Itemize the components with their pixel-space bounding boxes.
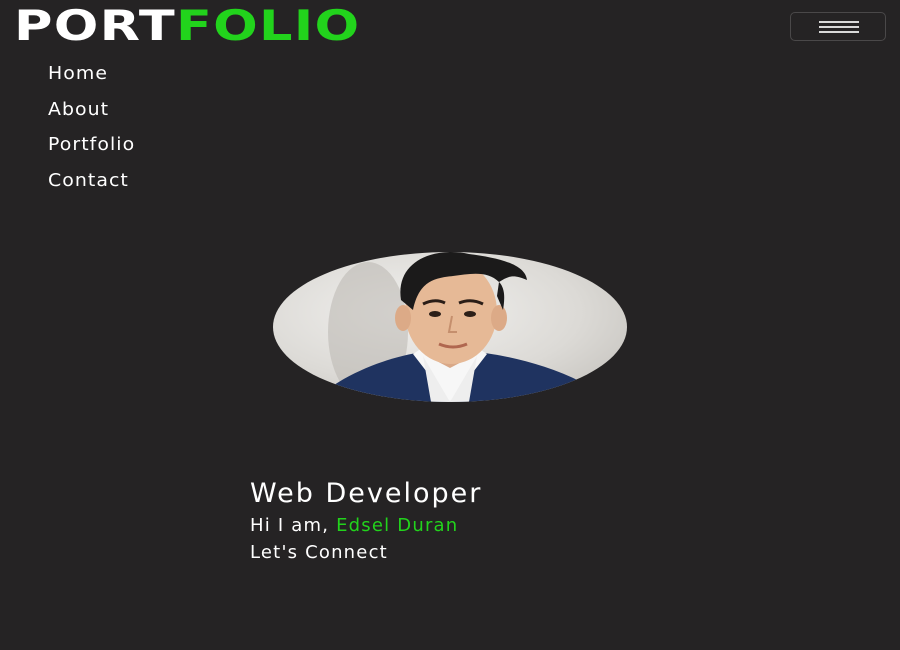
hero-name: Edsel Duran (336, 515, 459, 536)
nav-item-about: About (48, 96, 131, 132)
nav-link-home[interactable]: Home (48, 60, 108, 88)
profile-photo (273, 252, 627, 402)
brand-logo[interactable]: PORTFOLIO (14, 4, 360, 48)
nav-item-contact: Contact (48, 167, 131, 203)
hamburger-menu-icon (819, 21, 859, 33)
nav-item-home: Home (48, 60, 131, 96)
nav-menu: Home About Portfolio Contact (48, 60, 134, 203)
hero-role-title: Web Developer (250, 478, 483, 509)
page: PORTFOLIO Home About Portfolio Contact W… (0, 0, 900, 650)
profile-photo-illustration (313, 252, 613, 402)
hero-greeting: Hi I am, (250, 515, 337, 536)
lets-connect-link[interactable]: Let's Connect (250, 540, 388, 566)
hero-intro: Hi I am, Edsel Duran (250, 512, 770, 540)
hero-section: Web Developer Hi I am, Edsel Duran Let's… (250, 476, 770, 566)
nav-link-about[interactable]: About (48, 96, 109, 124)
navbar-toggle-button[interactable] (790, 12, 886, 41)
brand-logo-part-2: FOLIO (175, 1, 361, 50)
nav-link-portfolio[interactable]: Portfolio (48, 131, 135, 159)
nav-link-contact[interactable]: Contact (48, 167, 129, 195)
nav-item-portfolio: Portfolio (48, 131, 134, 167)
brand-logo-part-1: PORT (14, 1, 176, 50)
